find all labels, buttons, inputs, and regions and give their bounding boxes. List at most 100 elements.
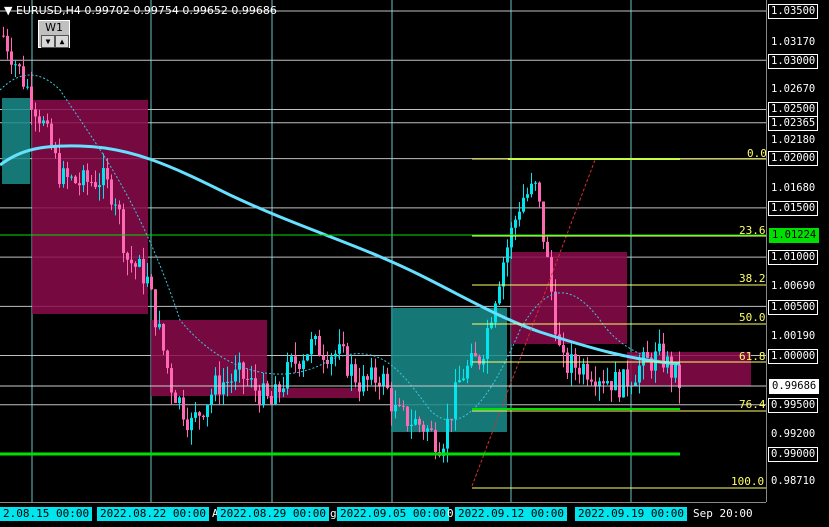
price-label: 1.01000 xyxy=(768,250,819,265)
price-label: 1.03000 xyxy=(768,54,819,69)
bear-candle xyxy=(106,168,109,180)
timeframe-badge[interactable]: W1 ▼ ▲ xyxy=(38,20,70,48)
bull-candle xyxy=(138,258,141,267)
scroll-down-icon[interactable]: ▼ xyxy=(41,35,55,48)
bear-candle xyxy=(94,182,97,188)
bull-candle xyxy=(534,182,537,184)
bear-candle xyxy=(418,418,421,425)
bear-candle xyxy=(38,116,41,124)
supply-zone xyxy=(511,252,627,344)
bull-candle xyxy=(614,371,617,391)
current-price-label: 0.99686 xyxy=(769,379,820,394)
bear-candle xyxy=(538,182,541,202)
bull-candle xyxy=(26,86,29,88)
bull-candle xyxy=(462,378,465,381)
bull-candle xyxy=(178,397,181,403)
bull-candle xyxy=(458,380,461,383)
bear-candle xyxy=(318,335,321,356)
bull-candle xyxy=(486,328,489,359)
price-label: 1.02500 xyxy=(768,102,819,117)
time-axis[interactable]: 2.08.15 00:00 2022.08.22 00:00 A 2022.08… xyxy=(0,502,766,527)
header-arrow-icon[interactable]: ▼ xyxy=(4,4,12,17)
bear-candle xyxy=(406,406,409,427)
price-label: 1.02180 xyxy=(771,134,816,146)
bull-candle xyxy=(14,64,17,66)
bull-candle xyxy=(222,382,225,395)
supply-zone xyxy=(32,100,148,314)
bull-candle xyxy=(334,353,337,357)
bull-candle xyxy=(194,412,197,418)
chart-area[interactable]: ▼ EURUSD,H4 0.99702 0.99754 0.99652 0.99… xyxy=(0,0,766,502)
price-label: 1.02670 xyxy=(771,83,816,95)
bull-candle xyxy=(514,219,517,228)
bear-candle xyxy=(618,371,621,398)
bull-candle xyxy=(510,227,513,248)
bear-candle xyxy=(586,363,589,380)
bull-candle xyxy=(214,375,217,395)
bear-candle xyxy=(126,252,129,260)
bull-candle xyxy=(490,322,493,329)
time-label: 2022.09.05 00:00 xyxy=(337,507,449,521)
bull-candle xyxy=(622,369,625,398)
bear-candle xyxy=(358,382,361,392)
price-label: 1.02000 xyxy=(768,151,819,166)
bear-candle xyxy=(74,176,77,184)
bull-candle xyxy=(350,364,353,376)
price-label: 1.03170 xyxy=(771,36,816,48)
fib-label-23-6: 23.6 xyxy=(739,224,766,237)
bear-candle xyxy=(562,345,565,353)
bull-candle xyxy=(206,404,209,418)
bear-candle xyxy=(590,379,593,382)
bear-candle xyxy=(430,428,433,430)
bear-candle xyxy=(130,259,133,264)
price-chart[interactable] xyxy=(0,0,766,502)
bear-candle xyxy=(122,209,125,253)
bull-candle xyxy=(598,381,601,386)
bear-candle xyxy=(434,429,437,453)
bear-candle xyxy=(10,51,13,65)
price-axis[interactable]: 1.03500 1.03170 1.03000 1.02670 1.02500 … xyxy=(766,0,829,502)
bull-candle xyxy=(250,378,253,380)
bull-candle xyxy=(518,211,521,220)
bull-candle xyxy=(82,170,85,186)
bear-candle xyxy=(78,183,81,186)
bear-candle xyxy=(34,109,37,117)
time-label: 2022.08.22 00:00 xyxy=(97,507,209,521)
bear-candle xyxy=(118,204,121,210)
bear-candle xyxy=(134,263,137,267)
bear-candle xyxy=(294,356,297,364)
timeframe-label: W1 xyxy=(45,21,63,34)
price-label: 0.99500 xyxy=(768,398,819,413)
bull-candle xyxy=(158,323,161,328)
bull-candle xyxy=(658,343,661,352)
bull-candle xyxy=(446,418,449,449)
bear-candle xyxy=(242,362,245,379)
bull-candle xyxy=(70,176,73,178)
bull-candle xyxy=(98,185,101,188)
bull-candle xyxy=(526,194,529,198)
bull-candle xyxy=(310,339,313,355)
bear-candle xyxy=(170,368,173,393)
fib-label-61-8: 61.8 xyxy=(739,350,766,363)
bull-candle xyxy=(210,394,213,405)
bull-candle xyxy=(338,344,341,354)
price-label: 1.00690 xyxy=(771,280,816,292)
bull-candle xyxy=(274,384,277,405)
scroll-up-icon[interactable]: ▲ xyxy=(55,35,69,48)
bear-candle xyxy=(678,364,681,389)
bull-candle xyxy=(530,183,533,195)
bear-candle xyxy=(574,354,577,368)
bull-candle xyxy=(302,360,305,369)
bear-candle xyxy=(30,86,33,110)
bear-candle xyxy=(166,350,169,369)
price-label: 1.01680 xyxy=(771,182,816,194)
fib-label-76-4: 76.4 xyxy=(739,398,766,411)
bull-candle xyxy=(454,382,457,419)
bear-candle xyxy=(278,384,281,393)
bull-candle xyxy=(234,369,237,382)
bull-candle xyxy=(282,388,285,393)
bull-candle xyxy=(498,286,501,304)
symbol-quote: EURUSD,H4 0.99702 0.99754 0.99652 0.9968… xyxy=(15,4,277,17)
price-label: 1.00190 xyxy=(771,330,816,342)
time-label: 2022.08.29 00:00 xyxy=(217,507,329,521)
